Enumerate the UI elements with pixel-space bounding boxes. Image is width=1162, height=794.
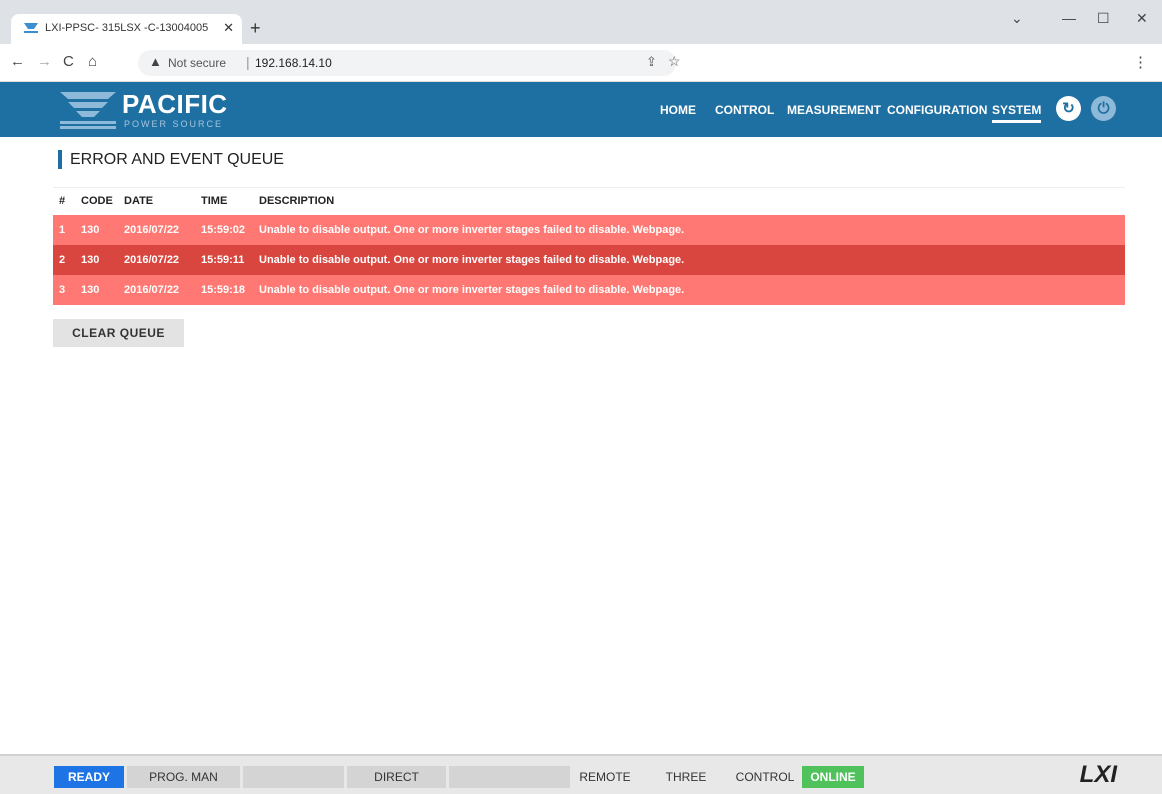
url-text: 192.168.14.10 bbox=[255, 56, 332, 70]
row-time: 15:59:18 bbox=[201, 284, 246, 296]
browser-tab[interactable]: LXI-PPSC- 315LSX -C-13004005 ✕ bbox=[11, 14, 242, 44]
status-blank-1 bbox=[243, 766, 344, 788]
url-separator: | bbox=[246, 54, 250, 70]
clear-queue-button[interactable]: CLEAR QUEUE bbox=[53, 319, 184, 347]
power-icon[interactable]: ⏻ bbox=[1091, 96, 1116, 121]
row-description: Unable to disable output. One or more in… bbox=[259, 224, 685, 236]
refresh-icon[interactable]: ↻ bbox=[1056, 96, 1081, 121]
logo-name: PACIFIC bbox=[122, 89, 228, 119]
new-tab-icon[interactable]: + bbox=[250, 18, 261, 39]
table-row[interactable]: 1 130 2016/07/22 15:59:02 Unable to disa… bbox=[53, 215, 1125, 245]
bookmark-star-icon[interactable]: ☆ bbox=[668, 53, 681, 70]
warning-icon: ▲ bbox=[149, 54, 162, 69]
column-header-code: CODE bbox=[81, 195, 113, 207]
column-header-date: DATE bbox=[124, 195, 154, 207]
favicon-icon bbox=[24, 23, 38, 33]
status-bar: READY PROG. MAN DIRECT REMOTE THREE PHAS… bbox=[0, 754, 1162, 794]
kebab-menu-icon[interactable]: ⋮ bbox=[1133, 53, 1148, 71]
pacific-logo[interactable]: PACIFIC POWER SOURCE bbox=[60, 89, 240, 133]
status-direct: DIRECT bbox=[347, 766, 446, 788]
row-time: 15:59:11 bbox=[201, 254, 245, 266]
reload-icon[interactable]: C bbox=[63, 53, 74, 70]
tab-title: LXI-PPSC- 315LSX -C-13004005 bbox=[45, 22, 209, 34]
app-header: PACIFIC POWER SOURCE HOME CONTROL MEASUR… bbox=[0, 82, 1162, 137]
row-description: Unable to disable output. One or more in… bbox=[259, 254, 685, 266]
row-number: 1 bbox=[59, 224, 66, 236]
event-queue-table: # CODE DATE TIME DESCRIPTION 1 130 2016/… bbox=[53, 187, 1125, 305]
chevron-down-icon[interactable]: ⌄ bbox=[1011, 10, 1023, 27]
row-code: 130 bbox=[81, 254, 100, 266]
address-bar[interactable]: ▲ Not secure | 192.168.14.10 ⇪ ☆ bbox=[138, 50, 681, 76]
logo-mark-icon bbox=[60, 92, 116, 129]
nav-control[interactable]: CONTROL bbox=[715, 103, 774, 117]
column-header-description: DESCRIPTION bbox=[259, 195, 335, 207]
browser-titlebar: LXI-PPSC- 315LSX -C-13004005 ✕ + ⌄ — ☐ ✕ bbox=[0, 0, 1162, 44]
home-icon[interactable]: ⌂ bbox=[88, 53, 97, 70]
column-header-number: # bbox=[59, 195, 66, 207]
maximize-icon[interactable]: ☐ bbox=[1097, 10, 1110, 27]
forward-icon[interactable]: → bbox=[37, 53, 52, 70]
nav-home[interactable]: HOME bbox=[660, 103, 696, 117]
status-control: CONTROL bbox=[735, 770, 795, 784]
security-label: Not secure bbox=[168, 56, 227, 70]
status-blank-2 bbox=[449, 766, 570, 788]
logo-subtitle: POWER SOURCE bbox=[124, 119, 224, 129]
row-time: 15:59:02 bbox=[201, 224, 246, 236]
status-online: ONLINE bbox=[802, 766, 864, 788]
row-number: 2 bbox=[59, 254, 66, 266]
back-icon[interactable]: ← bbox=[10, 53, 25, 70]
nav-measurement[interactable]: MEASUREMENT bbox=[787, 103, 881, 117]
row-date: 2016/07/22 bbox=[124, 284, 180, 296]
status-three-phase: THREE PHASE bbox=[665, 770, 707, 794]
table-row[interactable]: 3 130 2016/07/22 15:59:18 Unable to disa… bbox=[53, 275, 1125, 305]
window-close-icon[interactable]: ✕ bbox=[1136, 10, 1148, 27]
table-header-row: # CODE DATE TIME DESCRIPTION bbox=[53, 187, 1125, 215]
nav-system[interactable]: SYSTEM bbox=[992, 103, 1042, 123]
table-row[interactable]: 2 130 2016/07/22 15:59:11 Unable to disa… bbox=[53, 245, 1125, 275]
status-prog-man: PROG. MAN bbox=[127, 766, 240, 788]
row-number: 3 bbox=[59, 284, 66, 296]
browser-toolbar: ← → C ⌂ ▲ Not secure | 192.168.14.10 ⇪ ☆… bbox=[0, 44, 1162, 82]
row-date: 2016/07/22 bbox=[124, 224, 180, 236]
tab-close-icon[interactable]: ✕ bbox=[223, 20, 234, 36]
status-remote: REMOTE bbox=[579, 770, 631, 784]
share-icon[interactable]: ⇪ bbox=[646, 54, 657, 70]
lxi-logo: LXI bbox=[1079, 761, 1117, 788]
status-ready: READY bbox=[54, 766, 124, 788]
nav-configuration[interactable]: CONFIGURATION bbox=[887, 103, 987, 117]
row-code: 130 bbox=[81, 284, 100, 296]
row-code: 130 bbox=[81, 224, 100, 236]
row-date: 2016/07/22 bbox=[124, 254, 180, 266]
minimize-icon[interactable]: — bbox=[1062, 10, 1076, 26]
column-header-time: TIME bbox=[201, 195, 228, 207]
page-title: ERROR AND EVENT QUEUE bbox=[58, 150, 284, 169]
row-description: Unable to disable output. One or more in… bbox=[259, 284, 685, 296]
